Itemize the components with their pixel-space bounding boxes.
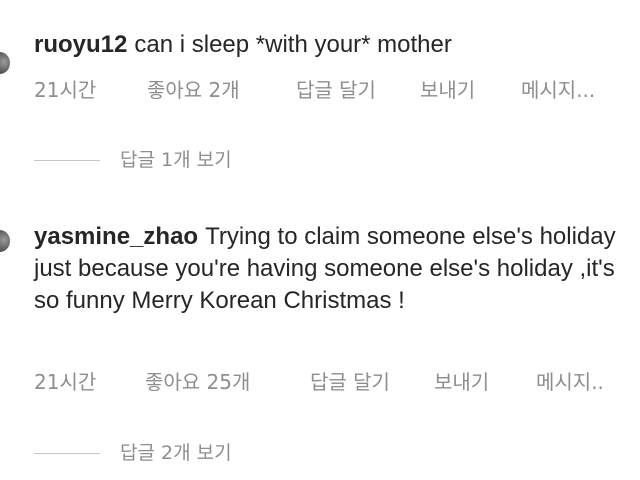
comment-body: can i sleep *with your* mother <box>134 31 452 58</box>
comment-text: yasmine_zhao Trying to claim someone else… <box>34 221 634 317</box>
likes-count[interactable]: 좋아요 25개 <box>145 368 250 396</box>
send-button[interactable]: 보내기 <box>434 368 489 396</box>
avatar[interactable] <box>0 230 10 252</box>
comment-text: ruoyu12 can i sleep *with your* mother <box>34 29 634 61</box>
message-button[interactable]: 메시지.. <box>536 368 604 396</box>
reply-button[interactable]: 답글 달기 <box>296 76 376 104</box>
likes-count[interactable]: 좋아요 2개 <box>147 76 240 104</box>
comment-username[interactable]: ruoyu12 <box>34 31 127 58</box>
comment-timestamp: 21시간 <box>34 78 97 102</box>
view-replies-label[interactable]: 답글 1개 보기 <box>120 146 232 174</box>
avatar[interactable] <box>0 52 10 74</box>
replies-divider <box>34 453 100 454</box>
view-replies-label[interactable]: 답글 2개 보기 <box>120 439 232 467</box>
reply-button[interactable]: 답글 달기 <box>310 368 390 396</box>
send-button[interactable]: 보내기 <box>420 76 475 104</box>
comment-timestamp: 21시간 <box>34 370 97 394</box>
comment-username[interactable]: yasmine_zhao <box>34 223 198 250</box>
replies-divider <box>34 160 100 161</box>
message-button[interactable]: 메시지... <box>521 76 595 104</box>
